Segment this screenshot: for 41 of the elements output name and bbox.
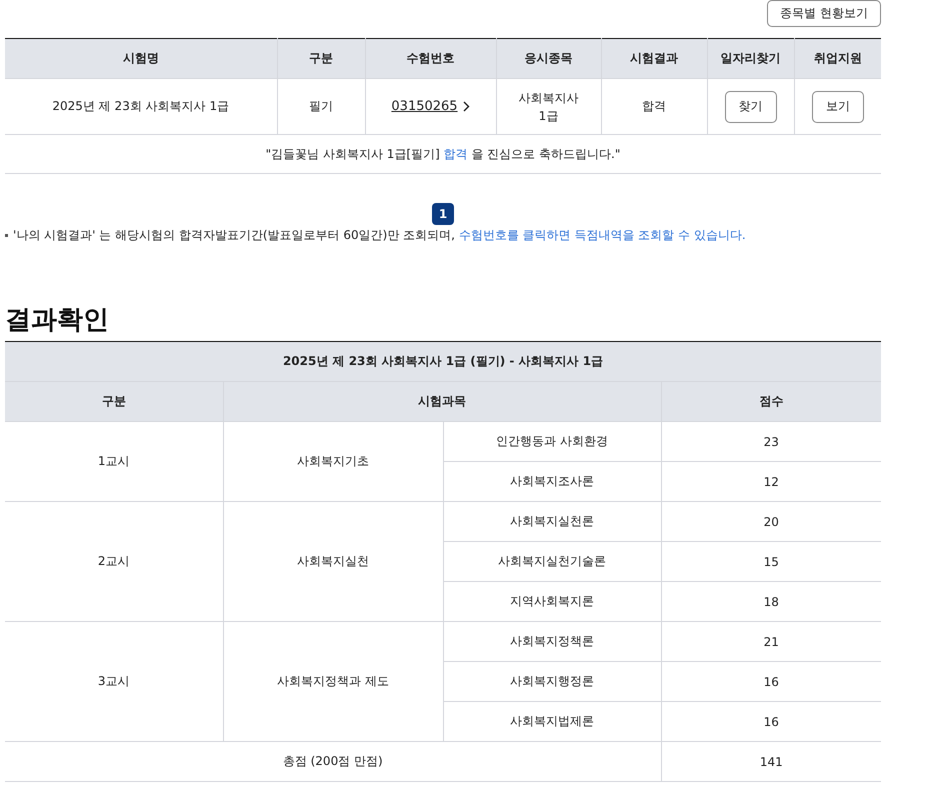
table-cell: 사회복지정책과 제도 bbox=[223, 622, 443, 742]
column-header: 응시종목 bbox=[496, 38, 601, 78]
table-cell: 1교시 bbox=[5, 422, 223, 502]
table-cell: 3교시 bbox=[5, 622, 223, 742]
table-cell: 사회복지법제론 bbox=[443, 702, 661, 742]
table-cell: 사회복지행정론 bbox=[443, 662, 661, 702]
table-cell: 사회복지기초 bbox=[223, 422, 443, 502]
table-cell: 필기 bbox=[277, 78, 365, 134]
table-cell: 2025년 제 23회 사회복지사 1급 bbox=[5, 78, 277, 134]
chevron-icon bbox=[462, 101, 470, 112]
table-cell: 사회복지조사론 bbox=[443, 462, 661, 502]
column-header: 시험과목 bbox=[223, 382, 661, 422]
column-header: 수험번호 bbox=[365, 38, 496, 78]
table-cell: 인간행동과 사회환경 bbox=[443, 422, 661, 462]
table-cell: 합격 bbox=[601, 78, 707, 134]
bullet-icon bbox=[5, 234, 8, 237]
table-cell: 사회복지사 1급 bbox=[496, 78, 601, 134]
table-cell: 사회복지실천 bbox=[223, 502, 443, 622]
status-button[interactable]: 종목별 현황보기 bbox=[767, 0, 881, 27]
notice-text: '나의 시험결과' 는 해당시험의 합격자발표기간(발표일로부터 60일간)만 조회되며, 수험번호를 클릭하면 득점내역을 조회할 수 있습니다. bbox=[13, 227, 746, 244]
page-button[interactable]: 1 bbox=[432, 203, 454, 225]
column-header: 구분 bbox=[5, 382, 223, 422]
column-header: 취업지원 bbox=[794, 38, 881, 78]
notice-link[interactable]: 수험번호를 클릭하면 득점내역을 조회할 수 있습니다. bbox=[458, 228, 746, 242]
column-header: 점수 bbox=[661, 382, 882, 422]
table-cell: 2교시 bbox=[5, 502, 223, 622]
exam-number-link[interactable]: 03150265 bbox=[391, 99, 458, 114]
table-cell: 총점 (200점 만점) bbox=[5, 742, 661, 782]
column-header: 시험결과 bbox=[601, 38, 707, 78]
table-cell: 사회복지정책론 bbox=[443, 622, 661, 662]
find-button[interactable]: 찾기 bbox=[724, 90, 776, 122]
table-cell: 사회복지실천기술론 bbox=[443, 542, 661, 582]
view-button[interactable]: 보기 bbox=[812, 90, 864, 122]
congratulation-message: "김들꽃님 사회복지사 1급[필기] 합격 을 진심으로 축하드립니다." bbox=[266, 146, 620, 160]
table-cell: 지역사회복지론 bbox=[443, 582, 661, 622]
table-cell: 사회복지실천론 bbox=[443, 502, 661, 542]
section-title: 결과확인 bbox=[5, 304, 110, 337]
column-header: 구분 bbox=[277, 38, 365, 78]
column-header: 일자리찾기 bbox=[707, 38, 794, 78]
column-header: 시험명 bbox=[5, 38, 277, 78]
table-caption: 2025년 제 23회 사회복지사 1급 (필기) - 사회복지사 1급 bbox=[5, 342, 882, 382]
